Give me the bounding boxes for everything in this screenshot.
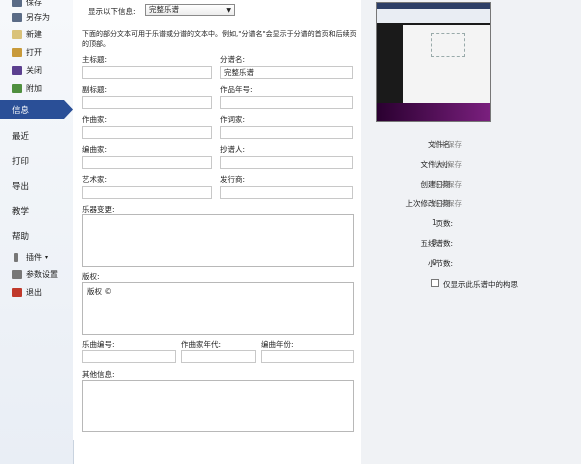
sidebar-item-label: 参数设置 [26,269,58,279]
staves-value: 0 [432,238,437,247]
other-info-textarea[interactable] [82,380,354,432]
properties-panel: 文件名: 尚未保存 文件大小: 尚未保存 创建日期: 尚未保存 上次修改日期: … [361,0,581,464]
publisher-field[interactable] [220,186,353,199]
subtitle-field[interactable] [82,96,212,109]
created-date-value: 尚未保存 [432,180,462,189]
sidebar-item-teaching[interactable]: 教学 [12,205,29,217]
save-icon [12,0,22,7]
sidebar-item-label: 关闭 [26,65,42,75]
sidebar-item-label: 退出 [26,287,42,297]
open-folder-icon [12,47,22,57]
preview-footer-bar [377,103,490,121]
publisher-label: 发行商: [220,175,246,184]
file-name-value: 尚未保存 [432,140,462,149]
sidebar-item-export[interactable]: 导出 [12,180,29,192]
preview-ribbon [377,9,490,23]
arranger-label: 编曲家: [82,145,108,154]
subtitle-label: 副标题: [82,85,108,94]
chevron-down-icon: ▾ [45,253,49,261]
modified-date-value: 尚未保存 [432,199,462,208]
exit-icon [12,287,22,297]
sidebar-save-as[interactable]: 另存为 [0,8,73,26]
description-text: 下面的部分文本可用于乐谱或分谱的文本中。例如,"分谱名"会显示于分谱的首页和后续… [82,30,357,48]
sidebar-info-active[interactable]: 信息 [0,100,73,119]
sidebar-item-label: 另存为 [26,12,50,22]
artist-field[interactable] [82,186,212,199]
opus-field[interactable] [82,350,176,363]
pages-label: 页数: [435,219,453,228]
preview-page [431,33,465,57]
preview-page-area [403,25,490,103]
sidebar-item-help[interactable]: 帮助 [12,230,29,242]
sidebar-plugins[interactable]: 插件 ▾ [0,248,73,266]
composer-dates-label: 作曲家年代: [181,340,222,349]
settings-icon [12,269,22,279]
score-preview-thumbnail [376,2,491,122]
lyricist-label: 作词家: [220,115,246,124]
sidebar-close[interactable]: 关闭 [0,61,73,79]
file-size-value: 尚未保存 [432,160,462,169]
plugin-icon [14,252,18,262]
artist-label: 艺术家: [82,175,108,184]
instrument-changes-textarea[interactable] [82,214,354,267]
opus-label: 乐曲编号: [82,340,115,349]
sidebar-settings[interactable]: 参数设置 [0,265,73,283]
sidebar-item-print[interactable]: 打印 [12,155,29,167]
info-form-panel: 显示以下信息: 完整乐谱 ▼ 下面的部分文本可用于乐谱或分谱的文本中。例如,"分… [73,0,361,440]
composition-year-label: 编曲年份: [261,340,294,349]
show-info-label: 显示以下信息: [88,7,136,16]
sidebar-item-label: 打开 [26,47,42,57]
other-info-label: 其他信息: [82,370,115,379]
sidebar-item-label: 附加 [26,83,42,93]
attach-icon [12,83,22,93]
part-name-field[interactable]: 完整乐谱 [220,66,353,79]
sidebar-item-label: 新建 [26,29,42,39]
sidebar-item-label: 信息 [12,106,30,116]
copyright-label: 版权: [82,272,100,281]
save-as-icon [12,12,22,22]
lyricist-field[interactable] [220,126,353,139]
composer-dates-field[interactable] [181,350,256,363]
select-value: 完整乐谱 [149,5,179,14]
sidebar-attach[interactable]: 附加 [0,79,73,97]
copyist-field[interactable] [220,156,353,169]
dropdown-arrow-icon: ▼ [226,7,231,14]
arranger-field[interactable] [82,156,212,169]
year-field[interactable] [220,96,353,109]
copyright-textarea[interactable]: 版权 © [82,282,354,335]
composition-year-field[interactable] [261,350,354,363]
pages-value: 1 [432,218,437,227]
composer-field[interactable] [82,126,212,139]
bars-value: 0 [432,258,437,267]
composer-label: 作曲家: [82,115,108,124]
year-label: 作品年号: [220,85,253,94]
backstage-sidebar: 保存 另存为 新建 打开 关闭 附加 信息 最近 打印 导出 教学 帮助 插件 … [0,0,74,464]
sidebar-item-recent[interactable]: 最近 [12,130,29,142]
copyist-label: 抄谱人: [220,145,246,154]
ideas-only-label: 仅显示此乐谱中的构思 [443,280,518,289]
title-label: 主标题: [82,55,108,64]
sidebar-exit[interactable]: 退出 [0,283,73,301]
part-name-label: 分谱名: [220,55,246,64]
sidebar-item-label: 保存 [26,0,42,7]
sidebar-item-label: 插件 [26,252,42,262]
close-folder-icon [12,65,22,75]
sidebar-open[interactable]: 打开 [0,43,73,61]
sidebar-new[interactable]: 新建 [0,25,73,43]
show-info-select[interactable]: 完整乐谱 ▼ [145,4,235,16]
ideas-only-checkbox[interactable] [431,279,439,287]
new-document-icon [12,29,22,39]
title-field[interactable] [82,66,212,79]
